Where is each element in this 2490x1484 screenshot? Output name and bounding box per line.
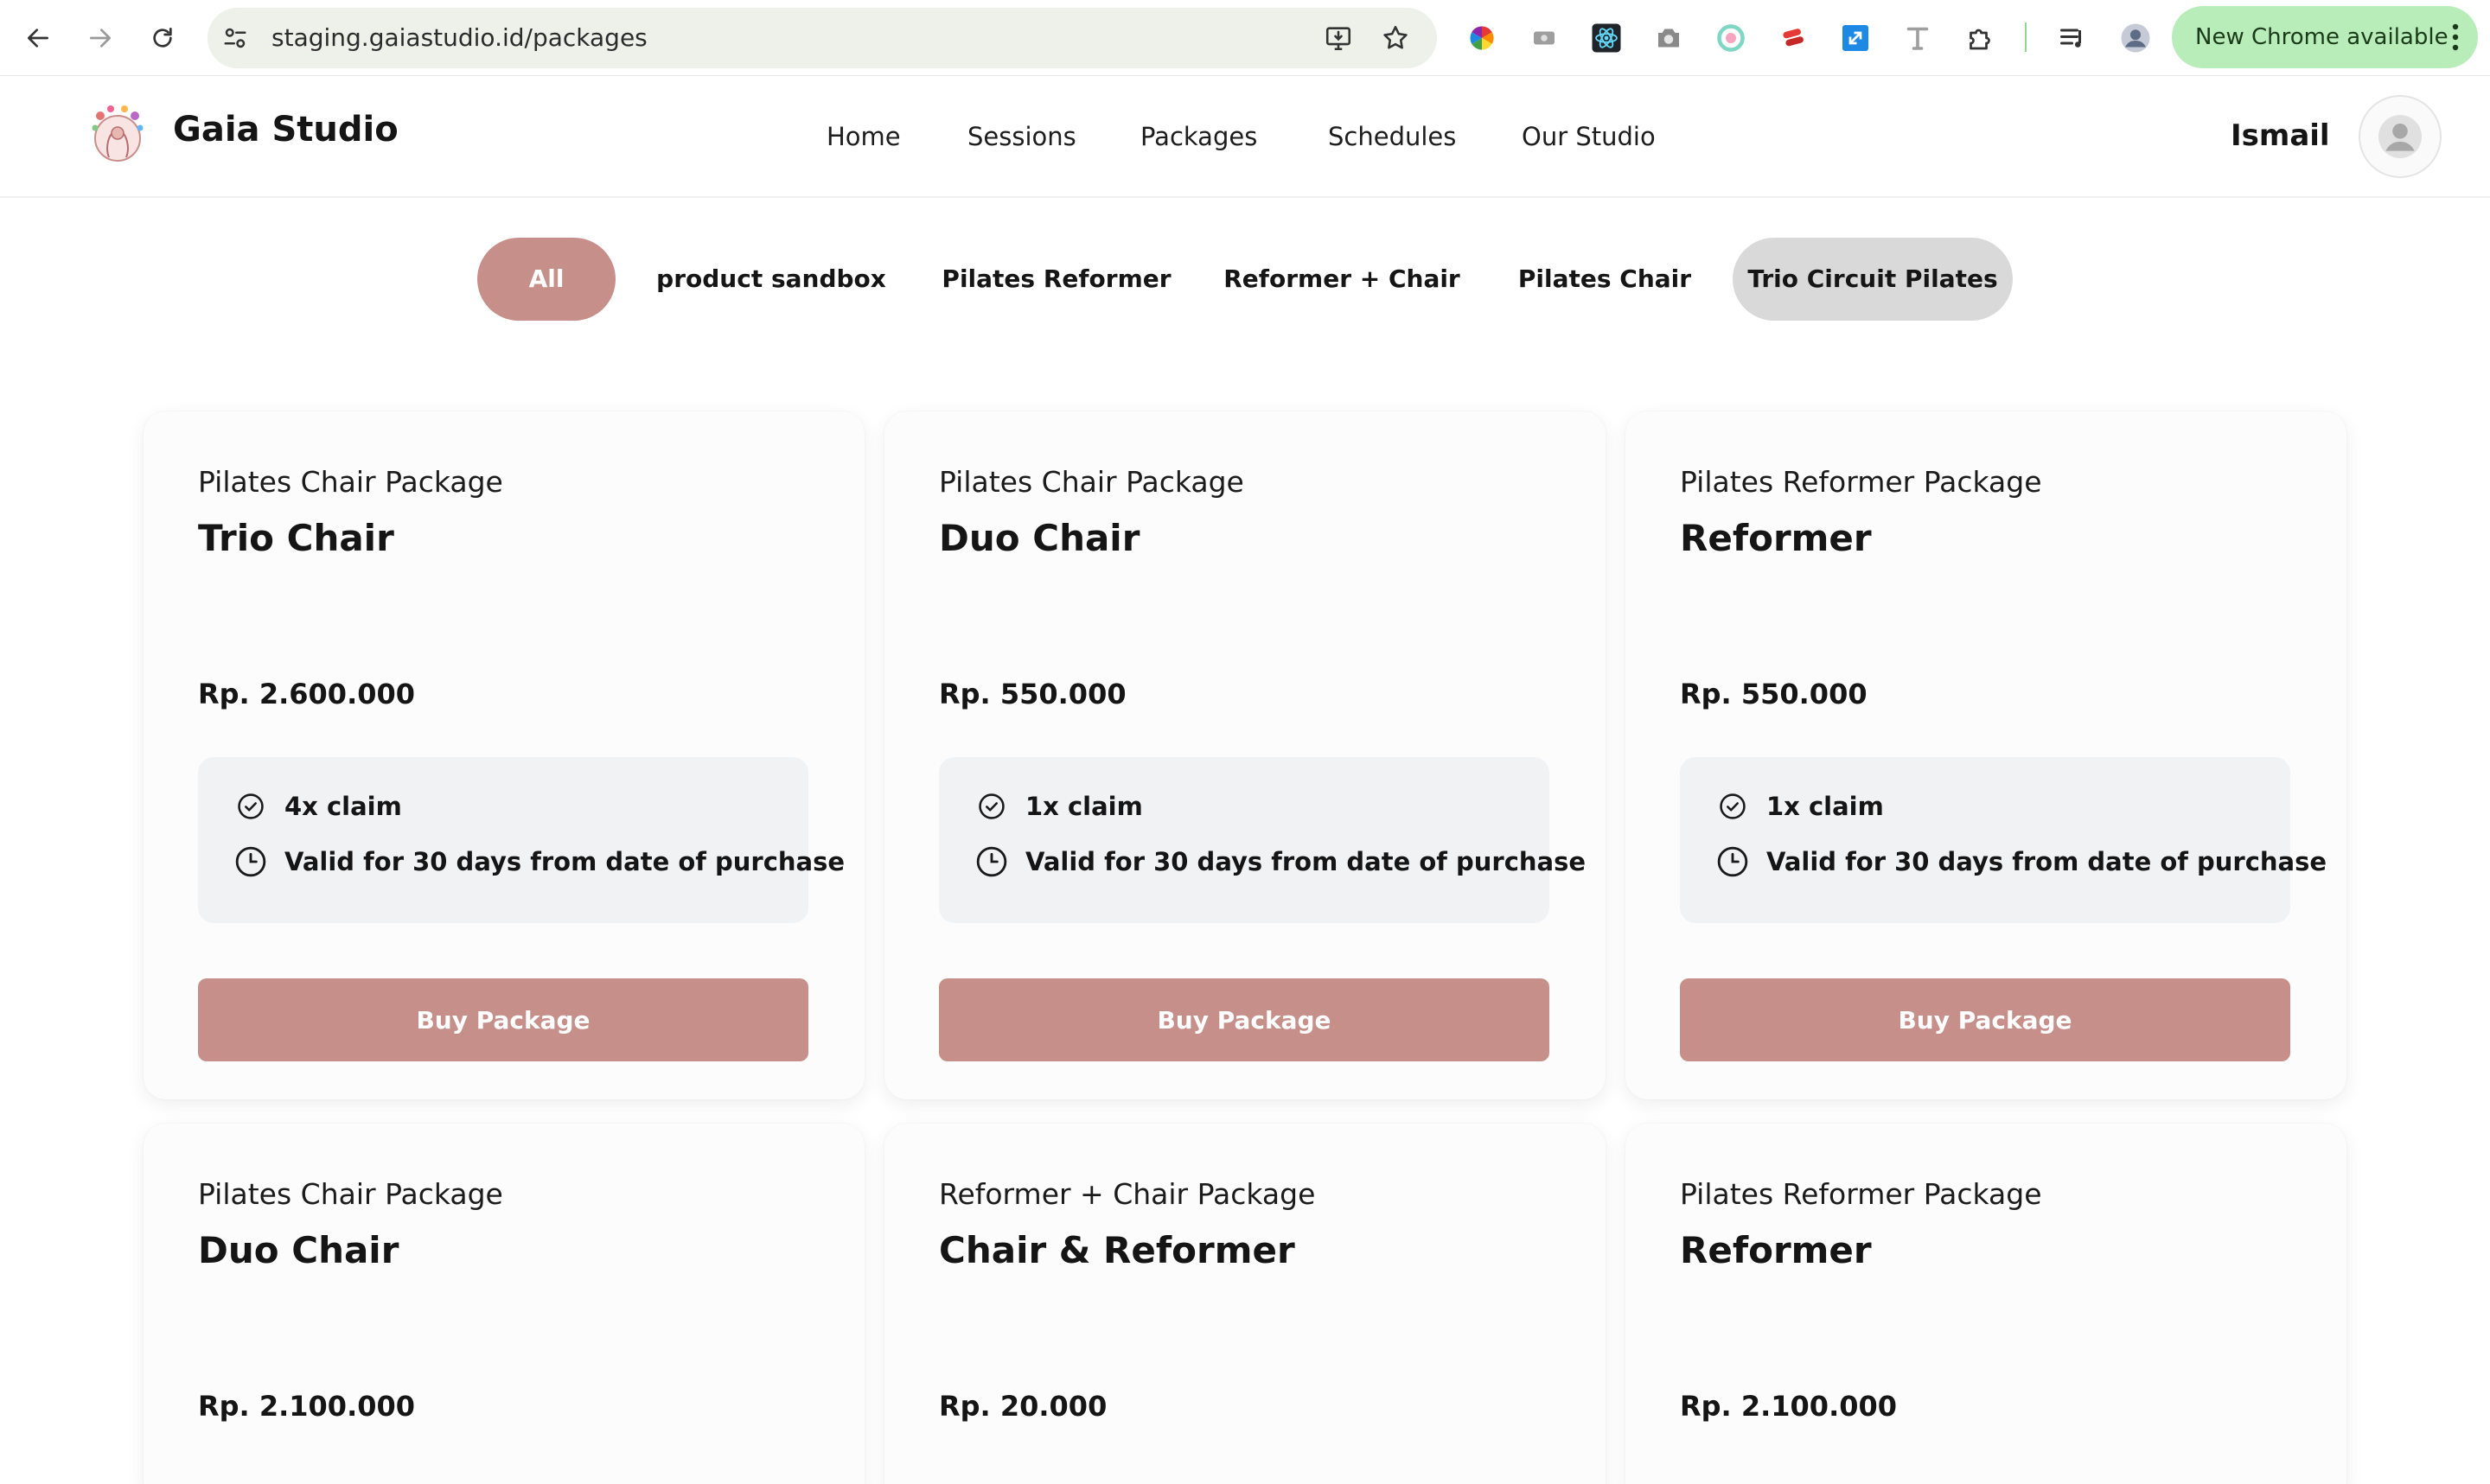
install-app-icon[interactable] (1323, 22, 1354, 54)
back-button[interactable] (17, 17, 59, 59)
update-label: New Chrome available (2195, 24, 2448, 50)
font-t-icon[interactable] (1900, 21, 1935, 55)
nav-packages[interactable]: Packages (1140, 122, 1257, 151)
package-category: Pilates Chair Package (939, 465, 1244, 499)
validity-text: Valid for 30 days from date of purchase (1766, 847, 2327, 876)
buy-package-button[interactable]: Buy Package (939, 978, 1549, 1061)
validity-row: Valid for 30 days from date of purchase (1716, 845, 2327, 878)
camera-icon[interactable] (1651, 21, 1686, 55)
package-card: Pilates Reformer Package Reformer Rp. 2.… (1625, 1124, 2346, 1484)
claim-row: 1x claim (1716, 790, 1884, 823)
package-title: Reformer (1680, 1229, 1872, 1271)
package-price: Rp. 2.100.000 (1680, 1390, 1898, 1423)
clock-icon (975, 845, 1008, 878)
package-price: Rp. 20.000 (939, 1390, 1108, 1423)
media-queue-icon[interactable] (2056, 21, 2091, 55)
package-title: Trio Chair (198, 517, 394, 559)
claim-text: 4x claim (284, 792, 402, 821)
package-category: Pilates Chair Package (198, 465, 503, 499)
browser-toolbar: staging.gaiastudio.id/packages New Chrom… (0, 0, 2490, 76)
validity-row: Valid for 30 days from date of purchase (975, 845, 1586, 878)
package-features: 1x claim Valid for 30 days from date of … (939, 757, 1586, 923)
brand-name[interactable]: Gaia Studio (173, 110, 399, 150)
user-avatar[interactable] (2359, 95, 2442, 178)
claim-row: 4x claim (234, 790, 402, 823)
buy-package-button[interactable]: Buy Package (1680, 978, 2290, 1061)
package-category: Pilates Reformer Package (1680, 1177, 2042, 1211)
package-category: Pilates Chair Package (198, 1177, 503, 1211)
nav-schedules[interactable]: Schedules (1328, 122, 1456, 151)
package-title: Duo Chair (939, 517, 1140, 559)
arrow-left-icon (28, 29, 48, 48)
package-card: Reformer + Chair Package Chair & Reforme… (884, 1124, 1606, 1484)
nav-sessions[interactable]: Sessions (967, 122, 1076, 151)
reload-button[interactable] (142, 17, 183, 59)
nav-home[interactable]: Home (827, 122, 901, 151)
more-vert-icon (2452, 23, 2459, 51)
reload-icon (153, 28, 172, 48)
url-text[interactable]: staging.gaiastudio.id/packages (271, 8, 648, 68)
chrome-update-button[interactable]: New Chrome available (2172, 6, 2478, 68)
package-card: Pilates Chair Package Duo Chair Rp. 2.10… (144, 1124, 865, 1484)
filter-tab-pilates-chair[interactable]: Pilates Chair (1504, 238, 1705, 321)
filter-tab-all[interactable]: All (477, 238, 616, 321)
check-circle-icon (1716, 790, 1749, 823)
buy-package-button[interactable]: Buy Package (198, 978, 808, 1061)
stack-extension-icon[interactable] (1776, 21, 1810, 55)
site-settings-icon[interactable] (220, 22, 251, 54)
filter-tab-product-sandbox[interactable]: product sandbox (647, 238, 896, 321)
package-features: 4x claim Valid for 30 days from date of … (198, 757, 845, 923)
claim-text: 1x claim (1025, 792, 1143, 821)
toolbar-separator (2025, 22, 2027, 52)
package-price: Rp. 2.100.000 (198, 1390, 416, 1423)
package-card: Pilates Chair Package Duo Chair Rp. 550.… (884, 411, 1606, 1099)
clock-icon (1716, 845, 1749, 878)
package-features: 1x claim Valid for 30 days from date of … (1680, 757, 2327, 923)
arrow-right-icon (90, 29, 111, 48)
bookmark-star-icon[interactable] (1380, 22, 1411, 54)
package-price: Rp. 2.600.000 (198, 678, 416, 710)
profile-avatar-icon[interactable] (2118, 21, 2153, 55)
package-price: Rp. 550.000 (1680, 678, 1868, 710)
package-title: Duo Chair (198, 1229, 399, 1271)
check-circle-icon (975, 790, 1008, 823)
color-wheel-icon[interactable] (1465, 21, 1499, 55)
package-title: Reformer (1680, 517, 1872, 559)
filter-tab-reformer-chair[interactable]: Reformer + Chair (1219, 238, 1465, 321)
claim-text: 1x claim (1766, 792, 1884, 821)
puzzle-icon[interactable] (1963, 21, 1997, 55)
clock-icon (234, 845, 267, 878)
package-title: Chair & Reformer (939, 1229, 1295, 1271)
user-icon (2378, 115, 2422, 158)
package-card: Pilates Chair Package Trio Chair Rp. 2.6… (144, 411, 865, 1099)
claim-row: 1x claim (975, 790, 1143, 823)
forward-button[interactable] (80, 17, 121, 59)
validity-text: Valid for 30 days from date of purchase (1025, 847, 1587, 876)
nav-our-studio[interactable]: Our Studio (1522, 122, 1656, 151)
filter-tab-pilates-reformer[interactable]: Pilates Reformer (939, 238, 1174, 321)
site-header: Gaia Studio Home Sessions Packages Sched… (0, 77, 2490, 198)
validity-row: Valid for 30 days from date of purchase (234, 845, 845, 878)
user-name[interactable]: Ismail (2231, 118, 2330, 153)
react-devtools-icon[interactable] (1589, 21, 1624, 55)
circle-extension-icon[interactable] (1714, 21, 1748, 55)
package-price: Rp. 550.000 (939, 678, 1127, 710)
resize-icon[interactable] (1838, 21, 1873, 55)
rectangle-extension-icon[interactable] (1527, 21, 1561, 55)
validity-text: Valid for 30 days from date of purchase (284, 847, 846, 876)
package-card: Pilates Reformer Package Reformer Rp. 55… (1625, 411, 2346, 1099)
filter-tab-trio-circuit-pilates[interactable]: Trio Circuit Pilates (1733, 238, 2013, 321)
package-category: Pilates Reformer Package (1680, 465, 2042, 499)
brand-logo[interactable] (85, 100, 150, 171)
package-category: Reformer + Chair Package (939, 1177, 1316, 1211)
check-circle-icon (234, 790, 267, 823)
address-bar[interactable]: staging.gaiastudio.id/packages (208, 8, 1437, 68)
